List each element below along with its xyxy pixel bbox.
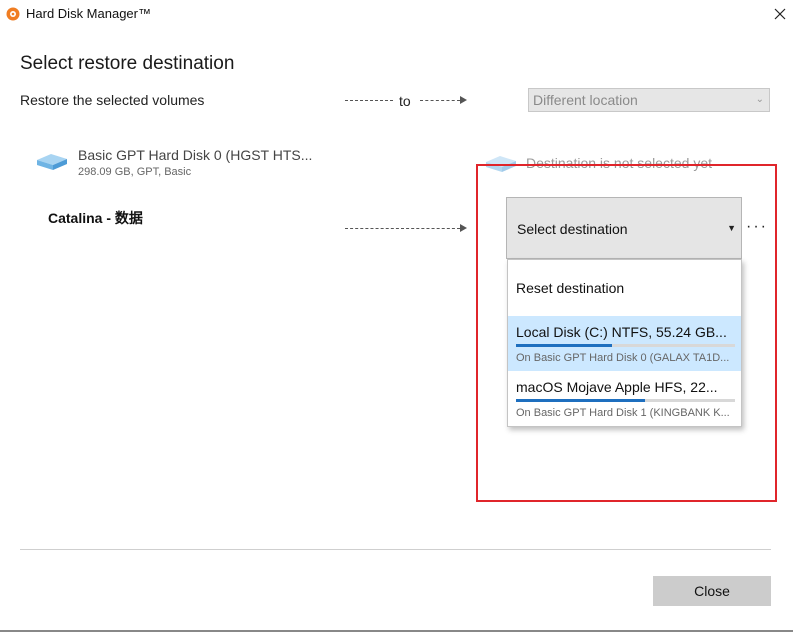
close-button[interactable]: Close	[653, 576, 771, 606]
location-select[interactable]: Different location ⌄	[528, 88, 770, 112]
hard-disk-icon	[35, 153, 69, 171]
dashed-connector	[420, 100, 460, 101]
restore-volumes-label: Restore the selected volumes	[20, 92, 205, 108]
arrow-right-icon	[460, 224, 467, 232]
app-logo-icon	[6, 7, 20, 21]
footer-divider	[20, 549, 771, 550]
app-title: Hard Disk Manager™	[26, 6, 151, 21]
volume-name: Catalina - 数据	[48, 210, 143, 226]
dashed-connector	[345, 228, 460, 229]
to-label: to	[399, 93, 411, 109]
dashed-connector	[345, 100, 393, 101]
highlight-box	[476, 164, 777, 502]
arrow-right-icon	[460, 96, 467, 104]
chevron-down-icon: ⌄	[755, 94, 764, 105]
window-close-icon[interactable]	[770, 4, 790, 24]
source-disk-name: Basic GPT Hard Disk 0 (HGST HTS...	[78, 147, 313, 163]
page-title: Select restore destination	[20, 53, 235, 74]
location-select-value: Different location	[533, 92, 638, 108]
source-disk-info: 298.09 GB, GPT, Basic	[78, 166, 192, 178]
